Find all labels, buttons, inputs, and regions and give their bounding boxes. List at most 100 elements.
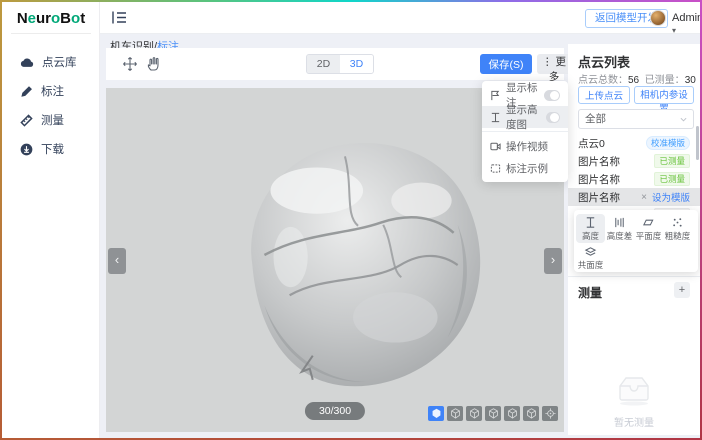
sidebar-item-measure[interactable]: 测量 (20, 110, 98, 130)
more-button[interactable]: ⋮ 更多 (537, 54, 571, 74)
empty-box-icon (612, 374, 656, 406)
set-template-link[interactable]: 设为模版 (652, 190, 690, 204)
view-cube-front-button[interactable] (428, 406, 444, 421)
divider (11, 33, 91, 34)
view-cube-top-button[interactable] (504, 406, 520, 421)
cube-icon (431, 408, 442, 419)
roughness-icon (671, 216, 684, 229)
filter-value: 全部 (585, 113, 606, 125)
frame-border (0, 0, 2, 440)
logo-text: ur (36, 10, 51, 27)
view-mode-switch: 2D 3D (306, 54, 374, 74)
tool-height-diff[interactable]: 高度差 (605, 214, 634, 243)
tool-label: 粗糙度 (665, 230, 691, 242)
video-icon (490, 141, 501, 152)
list-item[interactable]: 图片名称 已测量 (568, 170, 700, 188)
view-cube-bottom-button[interactable] (523, 406, 539, 421)
view-orientation-buttons (428, 406, 558, 421)
save-button[interactable]: 保存(S) (480, 54, 532, 74)
stat-value: 30 (685, 75, 696, 86)
scrollbar[interactable] (696, 126, 699, 160)
list-item-selected[interactable]: 图片名称 × 设为模版 (568, 188, 700, 206)
logo-gear-icon: e (28, 10, 36, 27)
panel-title: 点云列表 (578, 52, 630, 71)
app-logo: NeuroBot (2, 10, 100, 27)
tool-label: 高度 (582, 230, 599, 242)
view-3d-button[interactable]: 3D (340, 55, 373, 73)
divider (568, 276, 700, 277)
show-heightmap-toggle[interactable] (546, 112, 560, 123)
canvas-toolbar: 2D 3D 保存(S) ⋮ 更多 (106, 48, 564, 80)
show-annotations-toggle[interactable] (544, 90, 560, 101)
add-measurement-button[interactable]: + (674, 282, 690, 298)
next-image-button[interactable]: › (544, 248, 562, 274)
chevron-down-icon: ▾ (672, 26, 676, 35)
top-header: 返回模型开发 Admin ▾ (100, 2, 700, 34)
upload-pointcloud-button[interactable]: 上传点云 (578, 86, 630, 104)
view-cube-back-button[interactable] (447, 406, 463, 421)
prev-image-button[interactable]: ‹ (108, 248, 126, 274)
height-diff-icon (613, 216, 626, 229)
cube-icon (469, 408, 480, 419)
view-cube-right-button[interactable] (485, 406, 501, 421)
stat-label: 已测量： (645, 75, 685, 86)
view-2d-button[interactable]: 2D (307, 55, 340, 73)
template-badge: 校准模版 (646, 136, 690, 150)
menu-item-tutorial-video[interactable]: 操作视频 (482, 135, 568, 157)
filter-select[interactable]: 全部 (578, 109, 694, 129)
flag-icon (490, 90, 501, 101)
list-item[interactable]: 图片名称 已测量 (568, 152, 700, 170)
frame-border (0, 0, 702, 2)
logo-gear-icon: o (71, 10, 80, 27)
cube-icon (526, 408, 537, 419)
more-dropdown-menu: 显示标注 显示高度图 操作视频 标注示例 (482, 81, 568, 182)
image-pager: 30/300 (305, 402, 365, 420)
tooth-3d-model[interactable] (194, 104, 506, 406)
item-name: 图片名称 (578, 154, 620, 169)
download-icon (20, 143, 33, 156)
tool-label: 高度差 (607, 230, 633, 242)
sidebar-item-annotate[interactable]: 标注 (20, 81, 98, 101)
tool-height[interactable]: 高度 (576, 214, 605, 243)
list-item[interactable]: 点云0 校准模版 (568, 134, 700, 152)
logo-text: N (17, 10, 28, 27)
view-cube-left-button[interactable] (466, 406, 482, 421)
empty-state: 暂无测量 (568, 374, 700, 429)
cube-icon (450, 408, 461, 419)
stat-value: 56 (628, 75, 639, 86)
tool-roughness[interactable]: 粗糙度 (663, 214, 692, 243)
height-map-icon (490, 112, 501, 123)
flatness-icon (642, 216, 655, 229)
menu-item-label: 显示高度图 (506, 102, 541, 132)
sidebar-item-label: 标注 (41, 83, 64, 99)
avatar[interactable] (650, 10, 666, 26)
tool-flatness[interactable]: 平面度 (634, 214, 663, 243)
pan-move-icon[interactable] (122, 56, 138, 72)
menu-item-show-heightmap[interactable]: 显示高度图 (482, 106, 568, 128)
tool-label: 共面度 (578, 259, 604, 271)
tool-coplanarity[interactable]: 共面度 (576, 243, 605, 272)
collapse-sidebar-icon[interactable] (112, 11, 127, 24)
empty-state-text: 暂无测量 (568, 414, 700, 429)
camera-params-button[interactable]: 相机内参设置 (634, 86, 694, 104)
user-menu[interactable]: Admin ▾ (672, 12, 700, 36)
menu-item-label: 标注示例 (506, 161, 548, 176)
reset-view-button[interactable] (542, 406, 558, 421)
logo-gear-icon: o (51, 10, 60, 27)
sidebar: NeuroBot 点云库 标注 测量 下载 (2, 2, 100, 438)
sidebar-item-label: 测量 (41, 112, 64, 128)
stat-label: 点云总数： (578, 75, 628, 86)
chevron-down-icon (680, 117, 687, 122)
logo-text: t (80, 10, 85, 27)
sidebar-item-download[interactable]: 下载 (20, 139, 98, 159)
hand-grab-icon[interactable] (146, 56, 162, 72)
cube-icon (488, 408, 499, 419)
menu-item-annotation-example[interactable]: 标注示例 (482, 157, 568, 179)
item-name: 图片名称 (578, 172, 620, 187)
menu-item-label: 操作视频 (506, 139, 548, 154)
close-icon[interactable]: × (641, 192, 647, 203)
height-tool-icon (584, 216, 597, 229)
measure-icon (20, 114, 33, 127)
sidebar-item-pointcloud-lib[interactable]: 点云库 (20, 52, 98, 72)
measure-tool-palette: 高度 高度差 平面度 粗糙度 共面度 (574, 210, 698, 272)
